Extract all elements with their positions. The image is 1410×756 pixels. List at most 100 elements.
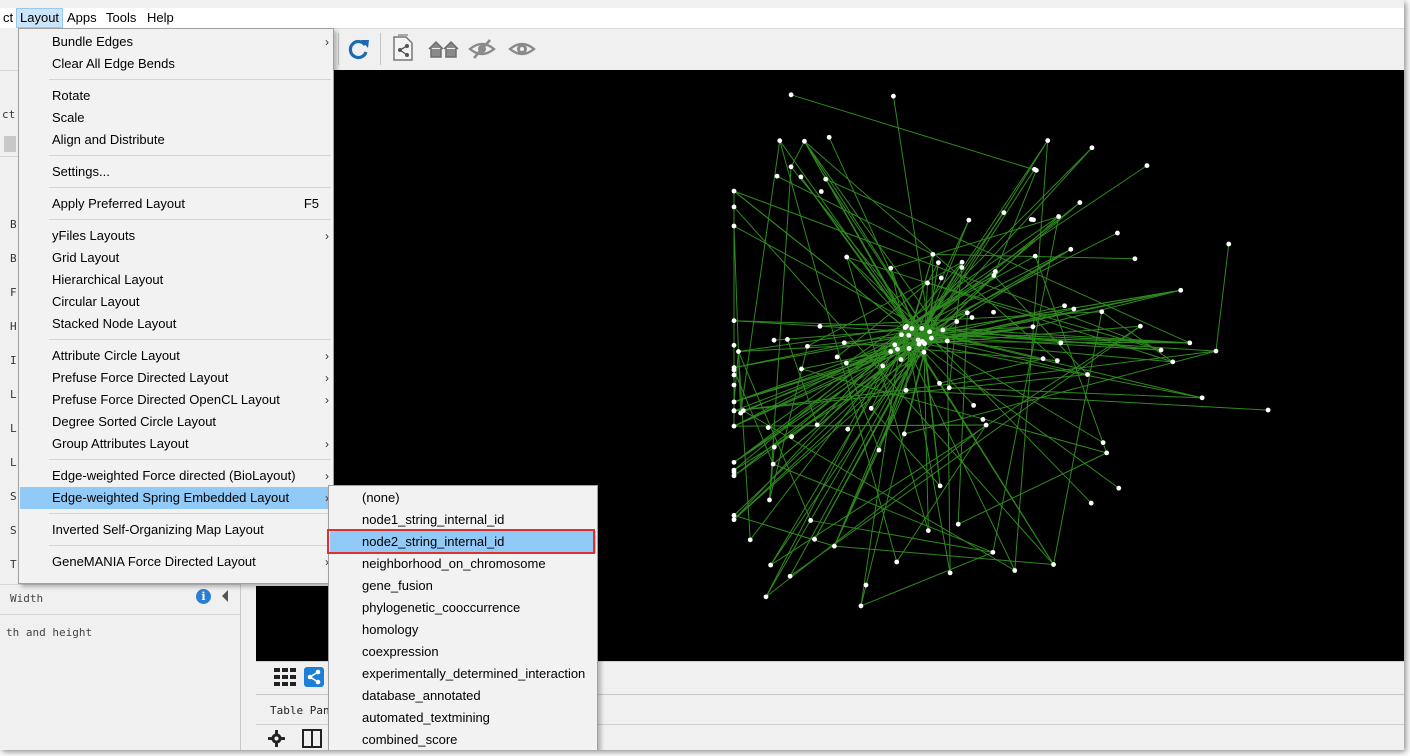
network-node[interactable]: [767, 497, 772, 503]
network-node[interactable]: [980, 417, 986, 422]
network-node[interactable]: [938, 275, 944, 281]
network-node[interactable]: [765, 425, 771, 430]
network-node[interactable]: [802, 138, 807, 144]
menu-item-rotate[interactable]: Rotate: [20, 85, 332, 107]
network-node[interactable]: [731, 318, 737, 324]
network-node[interactable]: [1054, 358, 1060, 364]
menu-layout[interactable]: Layout: [15, 8, 64, 28]
network-node[interactable]: [1132, 256, 1138, 262]
refresh-icon[interactable]: [346, 37, 372, 61]
panel-icon[interactable]: [302, 729, 322, 748]
network-node[interactable]: [1058, 340, 1064, 346]
network-node[interactable]: [731, 469, 737, 475]
network-node[interactable]: [991, 309, 996, 315]
network-node[interactable]: [1104, 450, 1110, 456]
network-node[interactable]: [1077, 200, 1083, 205]
network-node[interactable]: [814, 422, 820, 428]
menu-item-yfiles-layouts[interactable]: yFiles Layouts ›: [20, 225, 332, 247]
menu-item-degree-sorted-circle[interactable]: Degree Sorted Circle Layout: [20, 411, 332, 433]
menu-item-attribute-circle-layout[interactable]: Attribute Circle Layout ›: [20, 345, 332, 367]
network-node[interactable]: [863, 582, 869, 588]
submenu-item-none[interactable]: (none): [330, 487, 596, 509]
network-node[interactable]: [971, 402, 977, 408]
network-node[interactable]: [1137, 323, 1143, 329]
network-node[interactable]: [731, 372, 737, 378]
menu-item-stacked-node-layout[interactable]: Stacked Node Layout: [20, 313, 332, 335]
menu-item-inverted-som-layout[interactable]: Inverted Self-Organizing Map Layout: [20, 519, 332, 541]
network-node[interactable]: [858, 603, 864, 609]
network-node[interactable]: [1032, 166, 1037, 172]
network-node[interactable]: [1088, 500, 1094, 506]
network-node[interactable]: [818, 189, 824, 194]
menu-help[interactable]: Help: [144, 9, 177, 27]
network-node[interactable]: [1001, 210, 1007, 215]
network-node[interactable]: [1012, 568, 1018, 573]
show-icon[interactable]: [508, 37, 536, 61]
network-node[interactable]: [1116, 485, 1122, 491]
network-node[interactable]: [919, 326, 925, 331]
menu-tools[interactable]: Tools: [103, 9, 139, 27]
network-node[interactable]: [731, 204, 737, 210]
network-node[interactable]: [768, 562, 774, 568]
share-icon[interactable]: [304, 667, 324, 687]
network-node[interactable]: [925, 280, 930, 286]
network-node[interactable]: [921, 349, 927, 355]
network-node[interactable]: [868, 405, 874, 411]
submenu-item-homology[interactable]: homology: [330, 619, 596, 641]
network-node[interactable]: [817, 323, 823, 329]
network-node[interactable]: [1099, 309, 1105, 315]
network-node[interactable]: [787, 573, 793, 579]
submenu-item-database-annotated[interactable]: database_annotated: [330, 685, 596, 707]
network-node[interactable]: [805, 343, 810, 349]
network-node[interactable]: [959, 259, 965, 265]
network-node[interactable]: [888, 349, 894, 354]
menu-item-prefuse-force-directed-opencl[interactable]: Prefuse Force Directed OpenCL Layout ›: [20, 389, 332, 411]
network-node[interactable]: [1051, 562, 1056, 567]
network-node[interactable]: [898, 357, 904, 362]
network-node[interactable]: [909, 326, 915, 331]
network-node[interactable]: [1170, 359, 1176, 365]
menu-item-settings[interactable]: Settings...: [20, 161, 332, 183]
network-node[interactable]: [731, 423, 737, 429]
submenu-item-experimentally-determined[interactable]: experimentally_determined_interaction: [330, 663, 596, 685]
network-node[interactable]: [731, 223, 737, 229]
network-node[interactable]: [1045, 138, 1051, 143]
network-node[interactable]: [1040, 356, 1046, 362]
export-network-icon[interactable]: [390, 34, 418, 64]
network-node[interactable]: [785, 337, 790, 342]
network-node[interactable]: [940, 327, 946, 333]
network-node[interactable]: [1187, 340, 1193, 346]
network-node[interactable]: [1100, 440, 1106, 446]
network-node[interactable]: [841, 340, 847, 346]
network-node[interactable]: [955, 521, 961, 527]
network-node[interactable]: [808, 518, 814, 523]
network-node[interactable]: [930, 251, 936, 257]
network-node[interactable]: [731, 517, 737, 523]
network-node[interactable]: [1144, 163, 1150, 168]
network-node[interactable]: [937, 380, 942, 386]
submenu-item-coexpression[interactable]: coexpression: [330, 641, 596, 663]
network-node[interactable]: [947, 570, 953, 576]
network-node[interactable]: [906, 346, 912, 351]
network-node[interactable]: [892, 342, 898, 348]
network-node[interactable]: [1032, 253, 1038, 259]
network-node[interactable]: [1178, 287, 1184, 293]
menu-item-align-distribute[interactable]: Align and Distribute: [20, 129, 332, 151]
network-node[interactable]: [925, 528, 931, 533]
network-node[interactable]: [966, 217, 972, 223]
menu-item-edge-weighted-force-directed[interactable]: Edge-weighted Force directed (BioLayout)…: [20, 465, 332, 487]
network-node[interactable]: [895, 346, 900, 352]
network-node[interactable]: [1089, 145, 1095, 151]
menu-item-apply-preferred-layout[interactable]: Apply Preferred Layout F5: [20, 193, 332, 215]
network-node[interactable]: [812, 536, 817, 542]
info-icon[interactable]: i: [196, 589, 211, 604]
network-node[interactable]: [843, 360, 849, 366]
network-node[interactable]: [799, 366, 804, 372]
network-node[interactable]: [899, 332, 904, 338]
menu-select-partial[interactable]: ct: [0, 9, 16, 27]
network-node[interactable]: [1158, 347, 1164, 353]
network-node[interactable]: [844, 254, 850, 260]
menu-item-hierarchical-layout[interactable]: Hierarchical Layout: [20, 269, 332, 291]
network-node[interactable]: [959, 265, 965, 270]
network-node[interactable]: [894, 559, 900, 565]
